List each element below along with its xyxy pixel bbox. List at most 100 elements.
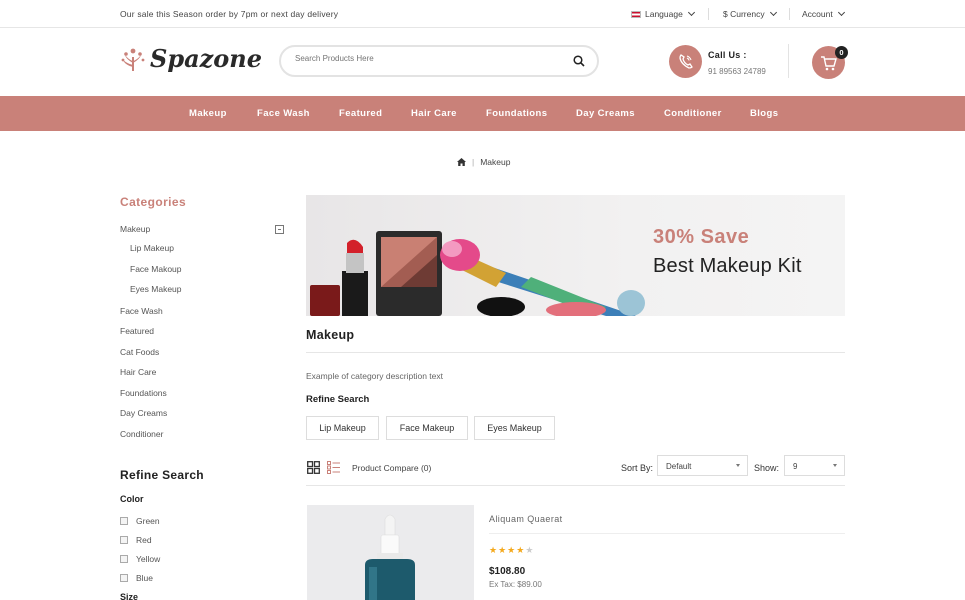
show-count-select[interactable]: 9 bbox=[784, 455, 845, 476]
star-filled-icon: ★ bbox=[489, 545, 499, 555]
currency-dropdown[interactable]: $ Currency bbox=[723, 8, 777, 19]
color-filter-blue[interactable]: Blue bbox=[120, 573, 153, 583]
top-bar: Our sale this Season order by 7pm or nex… bbox=[0, 0, 965, 28]
star-filled-icon: ★ bbox=[507, 545, 517, 555]
checkbox-label: Blue bbox=[136, 573, 154, 583]
search-icon[interactable] bbox=[573, 55, 585, 67]
nav-item-day-creams[interactable]: Day Creams bbox=[576, 108, 635, 119]
serum-bottle-image bbox=[365, 514, 415, 600]
divider bbox=[788, 44, 789, 78]
category-item[interactable]: Makeup bbox=[120, 224, 150, 234]
color-filter-green[interactable]: Green bbox=[120, 516, 160, 526]
product-price: $108.80 bbox=[489, 566, 526, 577]
refine-face-makeup-button[interactable]: Face Makeup bbox=[386, 416, 468, 440]
site-logo[interactable]: Spazone bbox=[120, 44, 262, 73]
refine-eyes-makeup-button[interactable]: Eyes Makeup bbox=[474, 416, 555, 440]
color-filter-title: Color bbox=[120, 494, 144, 504]
subcategory-item[interactable]: Face Makoup bbox=[130, 264, 182, 274]
nav-item-conditioner[interactable]: Conditioner bbox=[664, 108, 722, 119]
currency-label: $ Currency bbox=[723, 9, 765, 19]
divider bbox=[489, 533, 845, 534]
checkbox-label: Green bbox=[136, 516, 160, 526]
subcategory-item[interactable]: Eyes Makeup bbox=[130, 284, 182, 294]
phone-number: 91 89563 24789 bbox=[708, 67, 766, 76]
nav-item-makeup[interactable]: Makeup bbox=[189, 108, 227, 119]
product-rating: ★★★★★ bbox=[489, 545, 534, 556]
star-empty-icon: ★ bbox=[525, 545, 535, 555]
checkbox-label: Red bbox=[136, 535, 152, 545]
main-nav: Makeup Face Wash Featured Hair Care Foun… bbox=[0, 96, 965, 131]
subcategory-item[interactable]: Lip Makeup bbox=[130, 243, 174, 253]
header: Spazone Call Us : 91 89563 24789 0 bbox=[0, 28, 965, 96]
category-item[interactable]: Day Creams bbox=[120, 408, 167, 418]
nav-item-blogs[interactable]: Blogs bbox=[750, 108, 778, 119]
product-image[interactable] bbox=[307, 505, 474, 600]
star-filled-icon: ★ bbox=[516, 545, 526, 555]
list-view-icon[interactable] bbox=[327, 461, 340, 474]
logo-text: Spazone bbox=[150, 44, 263, 73]
show-label: Show: bbox=[754, 463, 780, 473]
nav-item-hair-care[interactable]: Hair Care bbox=[411, 108, 457, 119]
dropdown-arrow-icon bbox=[736, 464, 740, 467]
color-filter-yellow[interactable]: Yellow bbox=[120, 554, 160, 564]
checkbox-label: Yellow bbox=[136, 554, 161, 564]
category-item[interactable]: Face Wash bbox=[120, 306, 163, 316]
color-filter-red[interactable]: Red bbox=[120, 535, 152, 545]
category-item[interactable]: Conditioner bbox=[120, 429, 163, 439]
grid-view-icon[interactable] bbox=[307, 461, 320, 474]
product-compare-link[interactable]: Product Compare (0) bbox=[352, 463, 431, 473]
category-banner[interactable]: 30% Save Best Makeup Kit bbox=[306, 195, 845, 316]
breadcrumb-separator: | bbox=[472, 157, 475, 167]
collapse-icon[interactable] bbox=[275, 225, 284, 234]
dropdown-arrow-icon bbox=[833, 464, 837, 467]
refine-search-heading: Refine Search bbox=[306, 394, 370, 405]
nav-item-foundations[interactable]: Foundations bbox=[486, 108, 547, 119]
sort-by-label: Sort By: bbox=[621, 463, 654, 473]
checkbox[interactable] bbox=[120, 574, 128, 582]
category-item[interactable]: Cat Foods bbox=[120, 347, 159, 357]
sort-by-value: Default bbox=[666, 462, 692, 471]
refine-search-title: Refine Search bbox=[120, 468, 204, 482]
divider bbox=[708, 8, 709, 20]
nav-item-face-wash[interactable]: Face Wash bbox=[257, 108, 310, 119]
chevron-down-icon bbox=[837, 8, 845, 17]
divider bbox=[306, 485, 845, 486]
product-name[interactable]: Aliquam Quaerat bbox=[489, 514, 563, 524]
flower-logo-icon bbox=[121, 48, 145, 71]
checkbox[interactable] bbox=[120, 536, 128, 544]
product-ex-tax: Ex Tax: $89.00 bbox=[489, 580, 542, 589]
phone-icon bbox=[679, 54, 693, 69]
chevron-down-icon bbox=[769, 8, 777, 17]
cart-count-badge: 0 bbox=[835, 46, 848, 59]
account-dropdown[interactable]: Account bbox=[802, 8, 845, 19]
call-us-label: Call Us : bbox=[708, 50, 747, 60]
breadcrumb: | Makeup bbox=[457, 157, 510, 167]
category-item[interactable]: Foundations bbox=[120, 388, 167, 398]
uk-flag-icon bbox=[631, 10, 641, 18]
category-item[interactable]: Hair Care bbox=[120, 367, 156, 377]
banner-subline: Best Makeup Kit bbox=[653, 255, 802, 277]
category-description: Example of category description text bbox=[306, 371, 444, 381]
account-label: Account bbox=[802, 9, 833, 19]
refine-lip-makeup-button[interactable]: Lip Makeup bbox=[306, 416, 379, 440]
makeup-products-image bbox=[310, 231, 645, 316]
language-label: Language bbox=[645, 9, 683, 19]
page-title: Makeup bbox=[306, 328, 355, 342]
search-input[interactable] bbox=[295, 54, 565, 63]
banner-headline: 30% Save bbox=[653, 226, 750, 248]
chevron-down-icon bbox=[687, 8, 695, 17]
phone-button[interactable] bbox=[669, 45, 702, 78]
promo-message: Our sale this Season order by 7pm or nex… bbox=[120, 9, 339, 19]
sort-by-select[interactable]: Default bbox=[657, 455, 748, 476]
home-icon[interactable] bbox=[457, 158, 466, 166]
checkbox[interactable] bbox=[120, 555, 128, 563]
search-box bbox=[279, 45, 599, 77]
checkbox[interactable] bbox=[120, 517, 128, 525]
language-dropdown[interactable]: Language bbox=[631, 8, 695, 19]
divider bbox=[306, 352, 845, 353]
categories-title: Categories bbox=[120, 195, 187, 209]
breadcrumb-current[interactable]: Makeup bbox=[480, 157, 510, 167]
category-item[interactable]: Featured bbox=[120, 326, 154, 336]
star-filled-icon: ★ bbox=[498, 545, 508, 555]
nav-item-featured[interactable]: Featured bbox=[339, 108, 382, 119]
